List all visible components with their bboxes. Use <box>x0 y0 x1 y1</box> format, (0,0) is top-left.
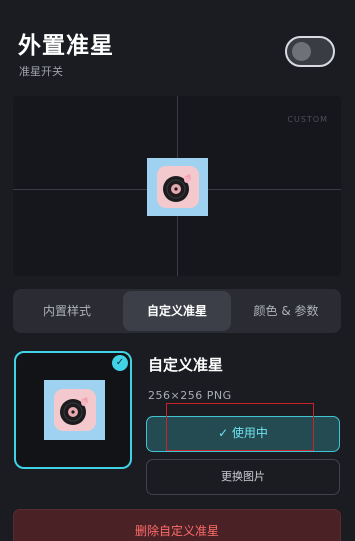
crosshair-toggle-label: 准星开关 <box>19 65 63 78</box>
tab-custom-crosshair[interactable]: 自定义准星 <box>123 291 231 331</box>
custom-crosshair-meta: 256×256 PNG <box>148 389 232 402</box>
thumbnail-image <box>44 380 105 440</box>
in-use-button[interactable]: ✓ 使用中 <box>146 416 340 452</box>
vinyl-record-icon <box>156 166 199 208</box>
tab-color-params[interactable]: 颜色 & 参数 <box>231 289 341 333</box>
check-icon: ✓ <box>112 355 128 371</box>
toggle-knob <box>292 42 311 61</box>
crosshair-preview: CUSTOM <box>13 96 341 276</box>
delete-custom-crosshair-button[interactable]: 删除自定义准星 <box>13 509 341 541</box>
preview-crosshair-image <box>147 158 208 216</box>
preview-mode-label: CUSTOM <box>287 115 328 124</box>
custom-crosshair-name: 自定义准星 <box>148 356 224 374</box>
custom-crosshair-thumbnail[interactable]: ✓ <box>14 351 132 469</box>
replace-image-button[interactable]: 更换图片 <box>146 459 340 495</box>
page-title: 外置准星 <box>18 33 114 59</box>
vinyl-record-icon <box>53 389 96 431</box>
crosshair-toggle[interactable] <box>285 36 335 67</box>
crosshair-settings-page: 外置准星 准星开关 CUSTOM 内置样式 自定义准星 颜色 & 参数 ✓ 自定… <box>0 0 355 541</box>
tab-builtin-styles[interactable]: 内置样式 <box>13 289 121 333</box>
settings-tab-bar: 内置样式 自定义准星 颜色 & 参数 <box>13 289 341 333</box>
